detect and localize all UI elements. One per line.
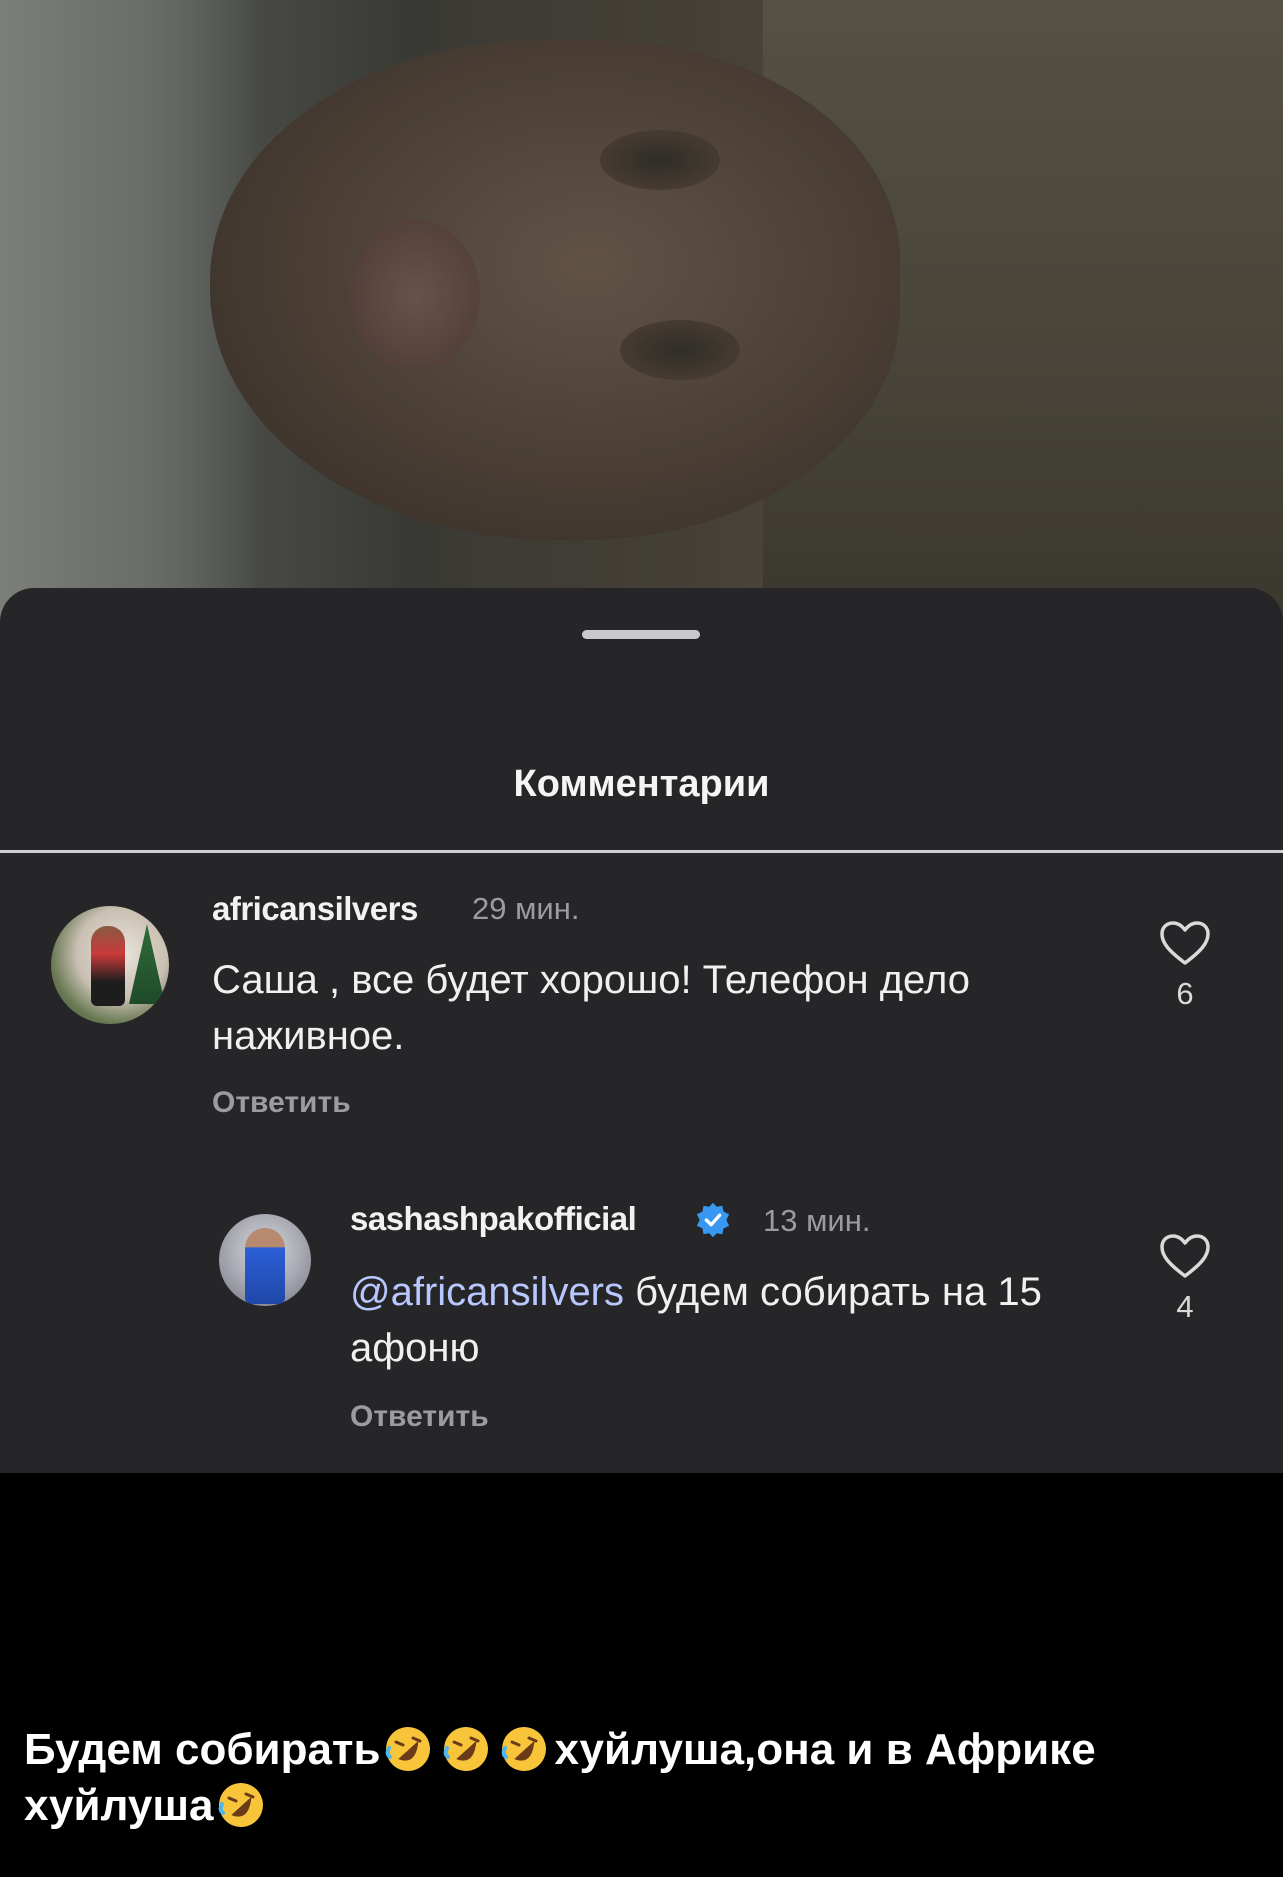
- comment-time: 13 мин.: [763, 1203, 871, 1238]
- reply-button[interactable]: Ответить: [212, 1086, 351, 1120]
- rolling-on-floor-laughing-icon: [385, 1727, 430, 1771]
- like-count: 4: [1176, 1289, 1194, 1324]
- rolling-on-floor-laughing-icon: [218, 1783, 263, 1827]
- like-button[interactable]: 6: [1155, 920, 1215, 1012]
- caption-text-part1: Будем собирать: [24, 1725, 381, 1774]
- sheet-grabber-handle[interactable]: [582, 630, 700, 639]
- background-dim-overlay: [0, 0, 1283, 640]
- sheet-divider: [0, 850, 1283, 853]
- rolling-on-floor-laughing-icon: [443, 1727, 488, 1771]
- avatar-figure: [245, 1228, 285, 1304]
- like-button[interactable]: 4: [1155, 1233, 1215, 1325]
- heart-icon: [1160, 1234, 1210, 1278]
- avatar[interactable]: [51, 906, 169, 1024]
- reply-button[interactable]: Ответить: [350, 1400, 489, 1434]
- comment-time: 29 мин.: [472, 891, 580, 926]
- avatar-tree: [129, 924, 165, 1004]
- comment-text: @africansilvers будем собирать на 15 афо…: [350, 1264, 1130, 1376]
- rolling-on-floor-laughing-icon: [501, 1727, 546, 1771]
- background-video-frame: [0, 0, 1283, 640]
- heart-icon: [1160, 921, 1210, 965]
- verified-badge-icon: [696, 1202, 730, 1238]
- sheet-title: Комментарии: [513, 763, 770, 805]
- like-count: 6: [1176, 976, 1194, 1011]
- comments-sheet: Комментарии africansilvers 29 мин. Саша …: [0, 588, 1283, 1473]
- story-caption: Будем собирать хуйлуша,она и в Африке ху…: [24, 1722, 1264, 1834]
- comment-username[interactable]: africansilvers: [212, 890, 418, 928]
- comment-text: Саша , все будет хорошо! Телефон дело на…: [212, 958, 971, 1058]
- comment-username[interactable]: sashashpakofficial: [350, 1200, 637, 1238]
- avatar-figure: [91, 926, 125, 1006]
- comment-mention[interactable]: @africansilvers: [350, 1270, 624, 1314]
- avatar[interactable]: [219, 1214, 311, 1306]
